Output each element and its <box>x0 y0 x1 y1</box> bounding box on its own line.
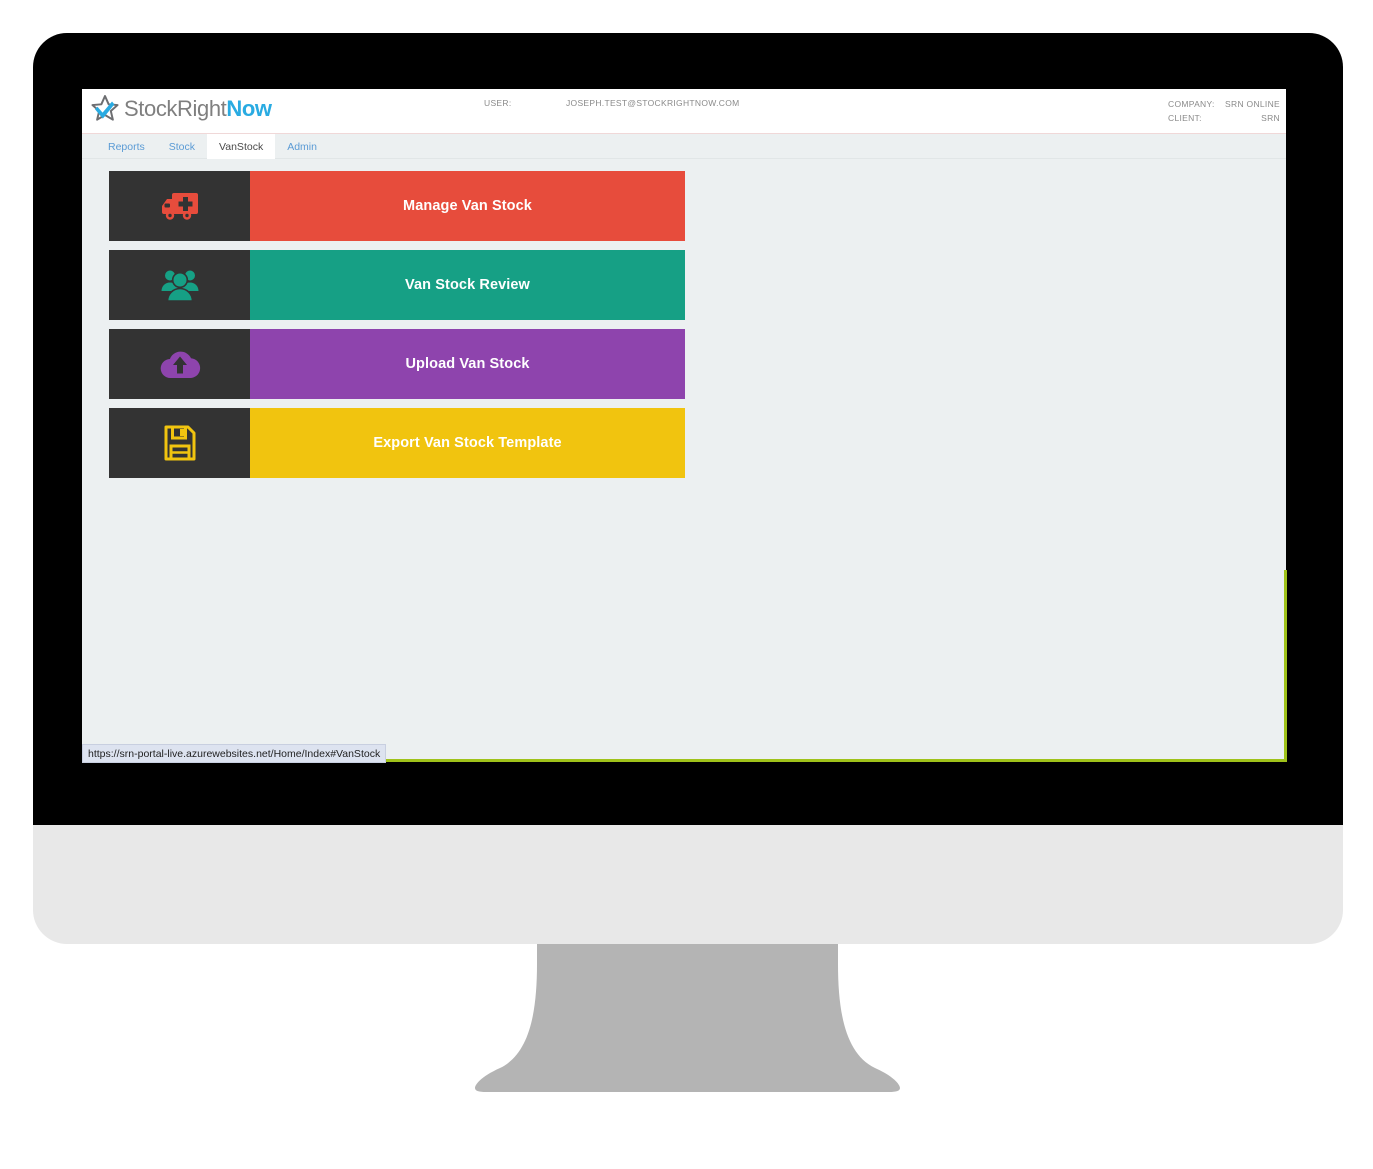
monitor-chin <box>33 825 1343 944</box>
brand-text-accent: Now <box>226 96 272 121</box>
account-info: COMPANY: SRN ONLINE CLIENT: SRN <box>1168 97 1280 125</box>
card-label: Manage Van Stock <box>250 171 685 241</box>
card-export-van-stock-template[interactable]: Export Van Stock Template <box>109 408 685 478</box>
status-bar-url: https://srn-portal-live.azurewebsites.ne… <box>82 744 387 763</box>
card-icon-panel <box>109 329 250 399</box>
card-icon-panel <box>109 250 250 320</box>
viewport-edge-right <box>1284 570 1287 762</box>
user-label: USER: <box>484 98 512 108</box>
monitor-stand-shape <box>475 944 900 1092</box>
company-row: COMPANY: SRN ONLINE <box>1168 97 1280 111</box>
screenshot-root: StockRightNow USER: JOSEPH.TEST@STOCKRIG… <box>0 0 1373 1169</box>
cloud-upload-icon <box>160 351 200 379</box>
star-logo-icon <box>91 95 119 121</box>
tab-vanstock[interactable]: VanStock <box>207 134 276 159</box>
user-info: USER: JOSEPH.TEST@STOCKRIGHTNOW.COM <box>484 98 740 108</box>
card-icon-panel <box>109 171 250 241</box>
card-label: Van Stock Review <box>250 250 685 320</box>
ambulance-icon <box>161 193 198 220</box>
card-upload-van-stock[interactable]: Upload Van Stock <box>109 329 685 399</box>
company-label: COMPANY: <box>1168 99 1215 109</box>
card-van-stock-review[interactable]: Van Stock Review <box>109 250 685 320</box>
browser-viewport: StockRightNow USER: JOSEPH.TEST@STOCKRIG… <box>82 89 1286 762</box>
tab-admin[interactable]: Admin <box>275 134 329 159</box>
tab-reports[interactable]: Reports <box>96 134 157 159</box>
card-label: Export Van Stock Template <box>250 408 685 478</box>
brand-text-primary: StockRight <box>124 96 227 121</box>
users-group-icon <box>161 270 198 302</box>
main-navigation: Reports Stock VanStock Admin <box>82 134 1286 159</box>
vanstock-menu: Manage Van Stock Van Stock Review Upload… <box>82 159 1286 478</box>
brand-logo[interactable]: StockRightNow <box>90 94 272 124</box>
company-value: SRN ONLINE <box>1225 99 1280 109</box>
tab-stock[interactable]: Stock <box>157 134 207 159</box>
monitor-stand <box>455 944 920 1094</box>
brand-wordmark: StockRightNow <box>124 96 272 122</box>
card-manage-van-stock[interactable]: Manage Van Stock <box>109 171 685 241</box>
client-label: CLIENT: <box>1168 113 1202 123</box>
client-row: CLIENT: SRN <box>1168 111 1280 125</box>
site-header: StockRightNow USER: JOSEPH.TEST@STOCKRIG… <box>82 89 1286 134</box>
client-value: SRN <box>1261 113 1280 123</box>
floppy-save-icon <box>164 425 195 461</box>
card-icon-panel <box>109 408 250 478</box>
user-email: JOSEPH.TEST@STOCKRIGHTNOW.COM <box>566 98 740 108</box>
card-label: Upload Van Stock <box>250 329 685 399</box>
